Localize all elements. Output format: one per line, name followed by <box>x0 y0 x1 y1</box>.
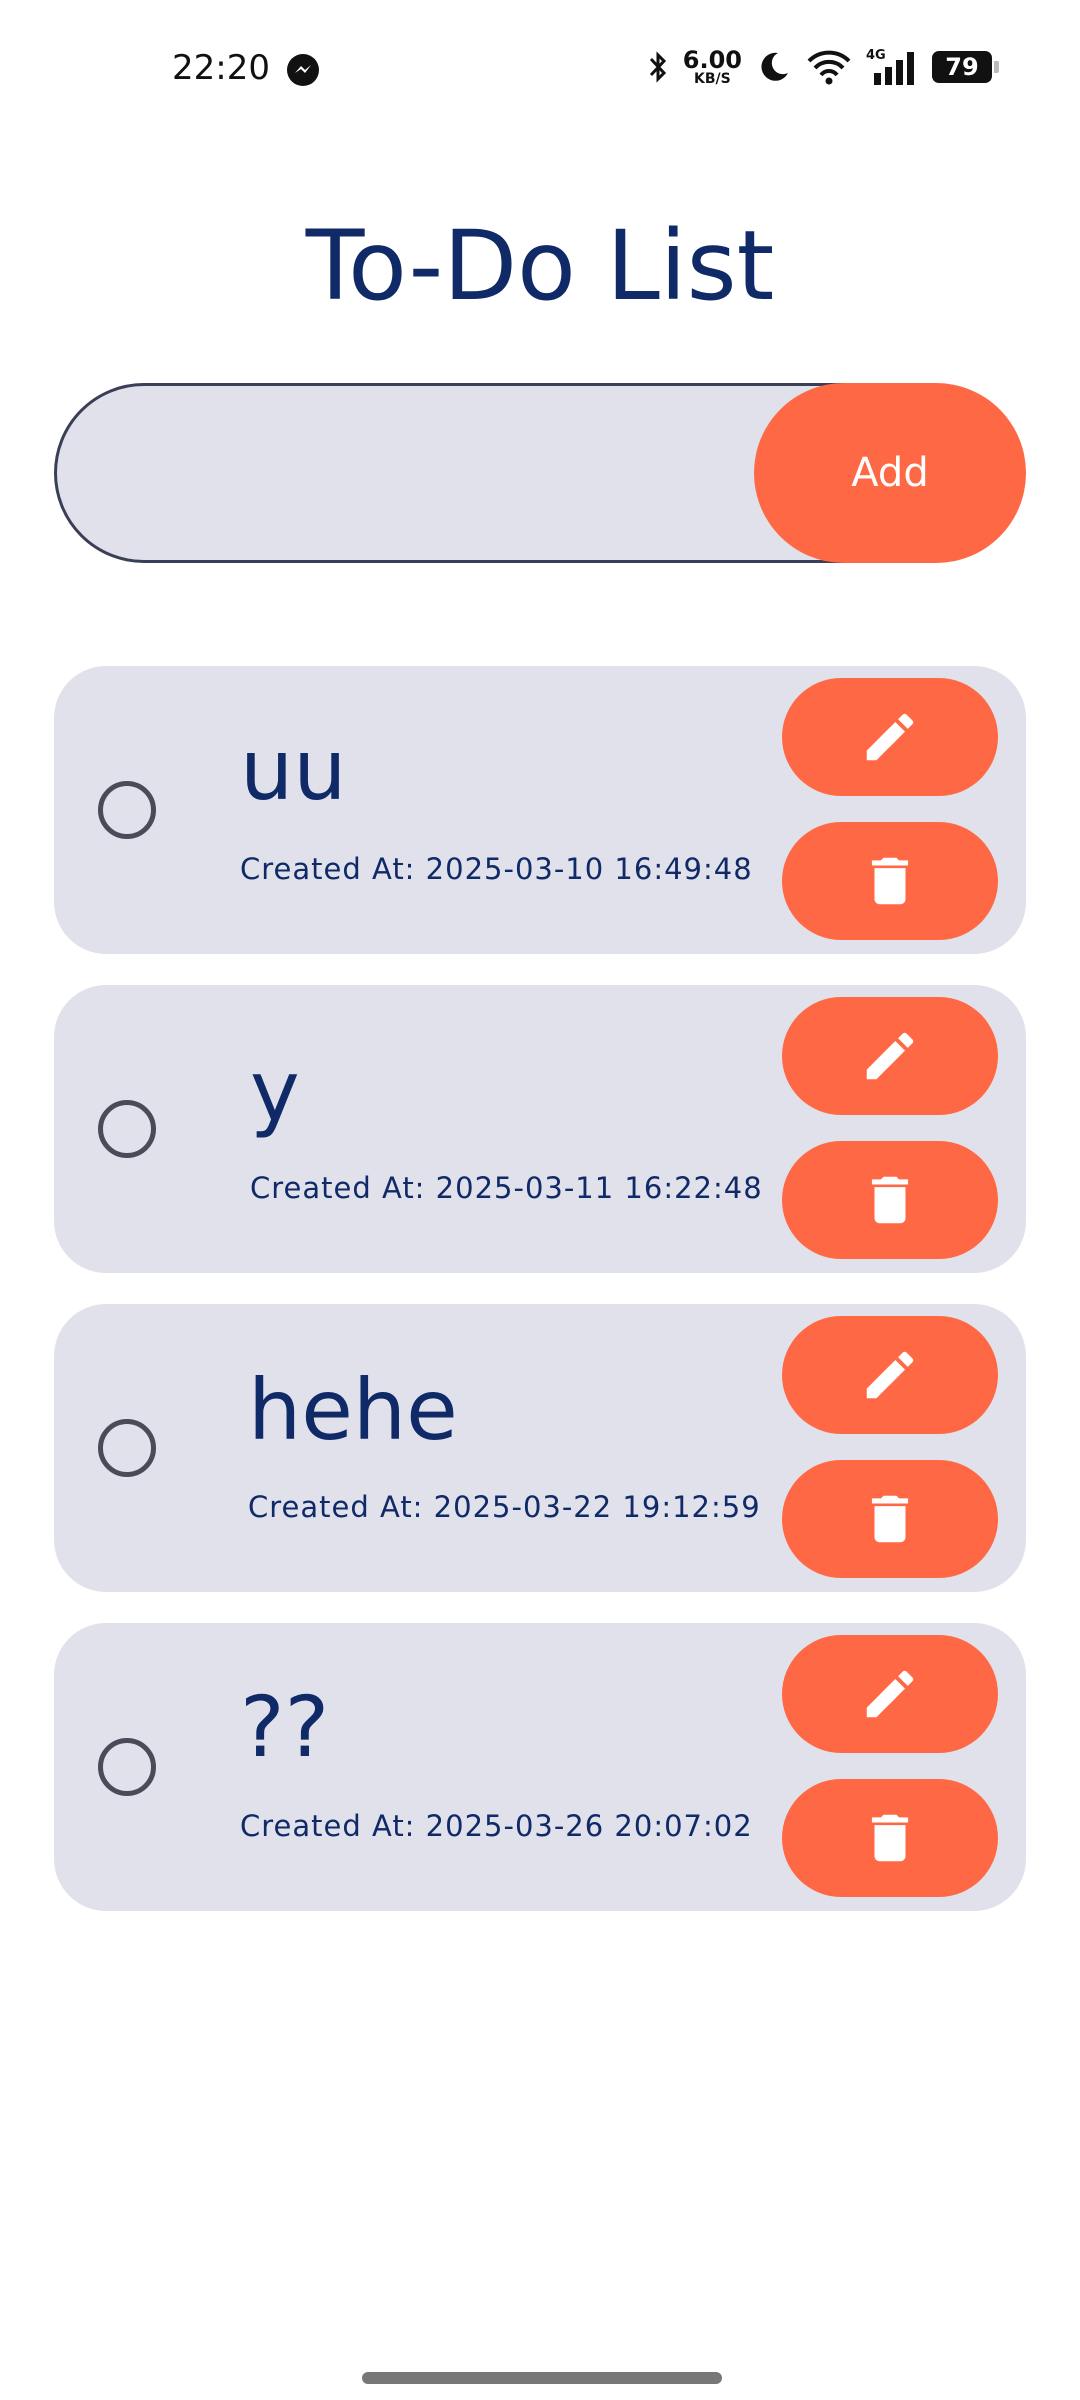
pencil-icon <box>866 713 914 761</box>
todo-item: y Created At: 2025-03-11 16:22:48 <box>54 985 1026 1273</box>
trash-icon <box>871 1176 909 1224</box>
messenger-icon <box>287 54 319 86</box>
pencil-icon <box>866 1032 914 1080</box>
todo-text: ?? <box>240 1678 330 1776</box>
network-type-label: 4G <box>866 48 886 63</box>
add-button[interactable]: Add <box>754 383 1026 563</box>
wifi-icon <box>807 50 851 85</box>
status-bar: 22:20 6.00 KB/S 4G 79 <box>0 0 1080 140</box>
home-indicator[interactable] <box>362 2372 722 2384</box>
todo-created-at: Created At: 2025-03-26 20:07:02 <box>240 1809 753 1843</box>
todo-list: uu Created At: 2025-03-10 16:49:48 y Cre… <box>54 666 1026 1942</box>
delete-button[interactable] <box>782 1460 998 1578</box>
network-speed: 6.00 KB/S <box>683 48 742 86</box>
todo-text: y <box>250 1042 300 1140</box>
delete-button[interactable] <box>782 822 998 940</box>
complete-checkbox[interactable] <box>98 781 156 839</box>
edit-button[interactable] <box>782 997 998 1115</box>
add-task-bar: Add <box>54 383 1026 563</box>
todo-created-at: Created At: 2025-03-22 19:12:59 <box>248 1490 761 1524</box>
signal-icon: 4G <box>866 48 914 85</box>
trash-icon <box>871 1495 909 1543</box>
trash-icon <box>871 857 909 905</box>
todo-created-at: Created At: 2025-03-11 16:22:48 <box>250 1171 763 1205</box>
complete-checkbox[interactable] <box>98 1419 156 1477</box>
trash-icon <box>871 1814 909 1862</box>
complete-checkbox[interactable] <box>98 1100 156 1158</box>
todo-text: hehe <box>248 1361 458 1459</box>
pencil-icon <box>866 1351 914 1399</box>
todo-item: ?? Created At: 2025-03-26 20:07:02 <box>54 1623 1026 1911</box>
moon-icon <box>761 52 788 81</box>
battery-level: 79 <box>945 53 979 81</box>
edit-button[interactable] <box>782 1635 998 1753</box>
bluetooth-icon <box>649 51 666 83</box>
delete-button[interactable] <box>782 1141 998 1259</box>
delete-button[interactable] <box>782 1779 998 1897</box>
complete-checkbox[interactable] <box>98 1738 156 1796</box>
todo-created-at: Created At: 2025-03-10 16:49:48 <box>240 852 753 886</box>
todo-text: uu <box>240 721 347 819</box>
battery-indicator: 79 <box>932 51 999 83</box>
page-title: To-Do List <box>305 210 775 322</box>
pencil-icon <box>866 1670 914 1718</box>
status-time: 22:20 <box>172 48 270 88</box>
edit-button[interactable] <box>782 678 998 796</box>
status-icons: 6.00 KB/S 4G 79 <box>647 45 999 89</box>
todo-item: hehe Created At: 2025-03-22 19:12:59 <box>54 1304 1026 1592</box>
network-speed-value: 6.00 <box>682 46 742 74</box>
todo-item: uu Created At: 2025-03-10 16:49:48 <box>54 666 1026 954</box>
edit-button[interactable] <box>782 1316 998 1434</box>
network-speed-unit: KB/S <box>694 71 731 87</box>
